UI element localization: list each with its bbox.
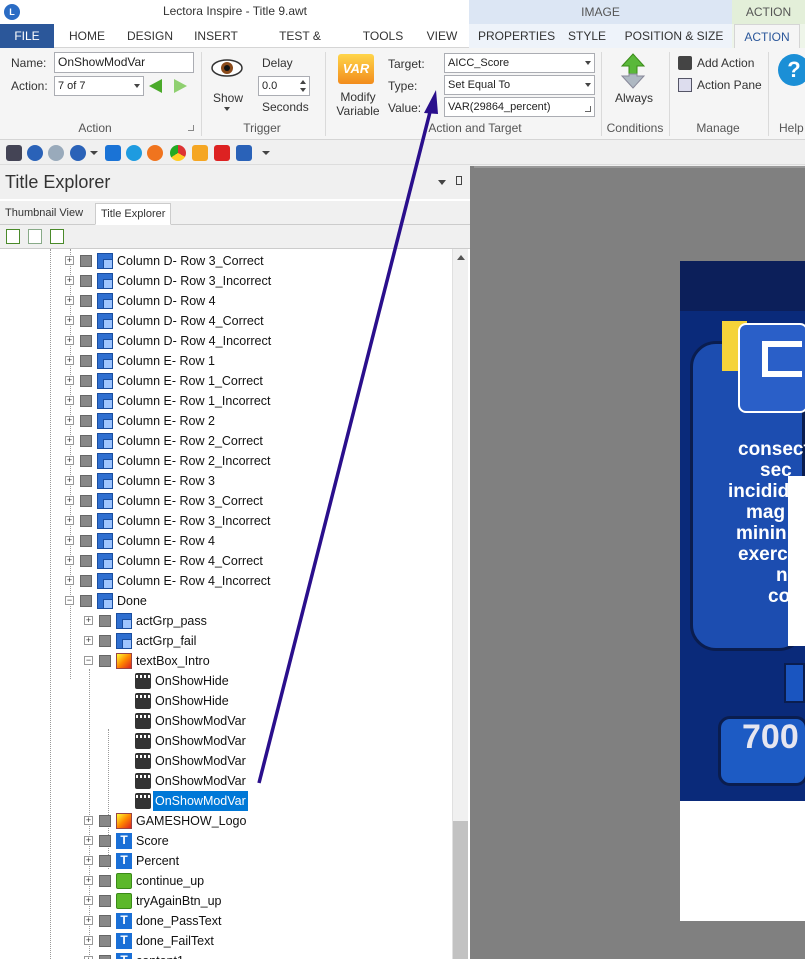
annotation-arrow bbox=[257, 90, 438, 784]
arrow-head bbox=[424, 90, 438, 114]
arrow-shaft bbox=[257, 111, 432, 784]
